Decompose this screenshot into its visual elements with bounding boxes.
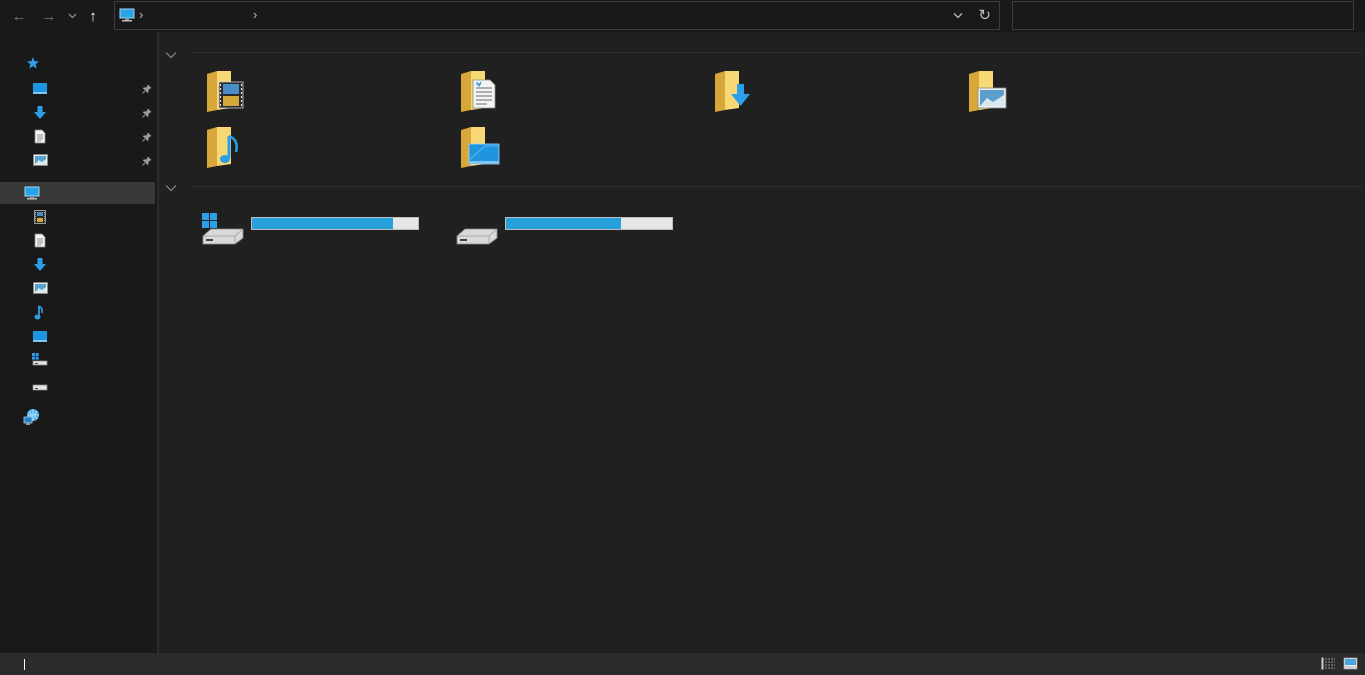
system-drive-icon	[32, 353, 48, 370]
details-view-icon	[1321, 657, 1335, 670]
sidebar-item-downloads-pinned[interactable]	[0, 102, 155, 124]
sidebar-item-pictures[interactable]	[0, 278, 155, 300]
search-input[interactable]	[1013, 2, 1353, 29]
status-bar	[0, 653, 1365, 675]
group-collapse-folders[interactable]	[165, 48, 177, 62]
text-caret	[24, 659, 25, 670]
star-icon	[26, 56, 40, 73]
refresh-icon: ↻	[978, 7, 991, 24]
content-pane[interactable]	[159, 32, 1365, 653]
picture-icon	[33, 282, 48, 298]
sidebar-item-downloads[interactable]	[0, 254, 155, 276]
arrow-up-icon: ↑	[89, 7, 97, 25]
refresh-button[interactable]: ↻	[978, 6, 991, 24]
pin-icon[interactable]	[142, 107, 152, 121]
sidebar-item-desktop[interactable]	[0, 326, 155, 348]
sidebar-item-videos[interactable]	[0, 206, 155, 228]
breadcrumb-separator-icon[interactable]: ›	[139, 7, 143, 22]
forward-button[interactable]: →	[38, 4, 60, 28]
folder-tile-downloads[interactable]	[713, 70, 953, 114]
group-divider	[192, 186, 1362, 187]
sidebar-item-documents-pinned[interactable]	[0, 126, 155, 148]
drive-usage-fill	[506, 218, 621, 229]
chevron-down-icon	[953, 13, 963, 19]
group-divider	[192, 52, 1362, 53]
large-icons-view-icon	[1343, 657, 1358, 670]
document-icon	[34, 129, 46, 147]
arrow-left-icon: ←	[11, 7, 27, 25]
details-view-button[interactable]	[1321, 657, 1336, 670]
navigation-pane[interactable]	[0, 32, 157, 653]
back-button[interactable]: ←	[8, 4, 30, 28]
group-collapse-drives[interactable]	[165, 181, 177, 195]
downloads-folder-icon	[715, 71, 750, 112]
system-drive-icon	[202, 213, 244, 245]
folder-tile-documents[interactable]	[459, 70, 699, 114]
large-icons-view-button[interactable]	[1343, 657, 1358, 670]
desktop-icon	[32, 82, 48, 98]
music-icon	[34, 305, 46, 324]
sidebar-item-desktop-pinned[interactable]	[0, 78, 155, 100]
sidebar-item-pictures-pinned[interactable]	[0, 150, 155, 172]
chevron-down-icon	[165, 185, 177, 192]
sidebar-item-quick-access[interactable]	[0, 53, 155, 75]
sidebar-item-system-drive[interactable]	[0, 350, 155, 372]
toolbar: ← → ↑ › › ↻	[0, 0, 1365, 32]
folder-tile-pictures[interactable]	[967, 70, 1207, 114]
picture-icon	[33, 154, 48, 170]
sidebar-item-documents[interactable]	[0, 230, 155, 252]
drive-icon	[456, 228, 498, 245]
drive-usage-fill	[252, 218, 394, 229]
computer-icon	[119, 8, 135, 25]
computer-icon	[24, 186, 40, 203]
network-icon	[23, 408, 41, 429]
up-button[interactable]: ↑	[82, 4, 104, 28]
music-folder-icon	[207, 127, 238, 168]
document-icon	[34, 233, 46, 251]
folder-tile-desktop[interactable]	[459, 126, 699, 170]
chevron-down-icon	[165, 52, 177, 59]
folder-tile-videos[interactable]	[205, 70, 445, 114]
arrow-right-icon: →	[41, 7, 57, 25]
pictures-folder-icon	[969, 71, 1007, 112]
pin-icon[interactable]	[142, 131, 152, 145]
sidebar-item-music[interactable]	[0, 302, 155, 324]
documents-folder-icon	[461, 71, 496, 112]
pin-icon[interactable]	[142, 155, 152, 169]
folder-tile-music[interactable]	[205, 126, 445, 170]
drive-usage-bar	[251, 217, 419, 230]
pin-icon[interactable]	[142, 83, 152, 97]
drive-tile-system[interactable]	[201, 212, 441, 248]
drive-icon	[32, 381, 48, 395]
drive-tile-data[interactable]	[455, 212, 695, 248]
desktop-icon	[32, 330, 48, 346]
video-icon	[34, 210, 46, 227]
drive-usage-bar	[505, 217, 673, 230]
search-box[interactable]	[1012, 1, 1354, 30]
sidebar-item-network[interactable]	[0, 406, 155, 428]
sidebar-item-this-pc[interactable]	[0, 182, 155, 204]
address-bar[interactable]: › › ↻	[114, 1, 1000, 30]
download-icon	[33, 257, 47, 276]
desktop-folder-icon	[461, 127, 500, 168]
videos-folder-icon	[207, 71, 244, 112]
download-icon	[33, 105, 47, 124]
recent-locations-button[interactable]	[62, 4, 82, 28]
address-history-button[interactable]	[953, 8, 963, 22]
breadcrumb-separator-icon[interactable]: ›	[253, 7, 257, 22]
chevron-down-icon	[68, 13, 76, 19]
sidebar-item-drive[interactable]	[0, 375, 155, 397]
